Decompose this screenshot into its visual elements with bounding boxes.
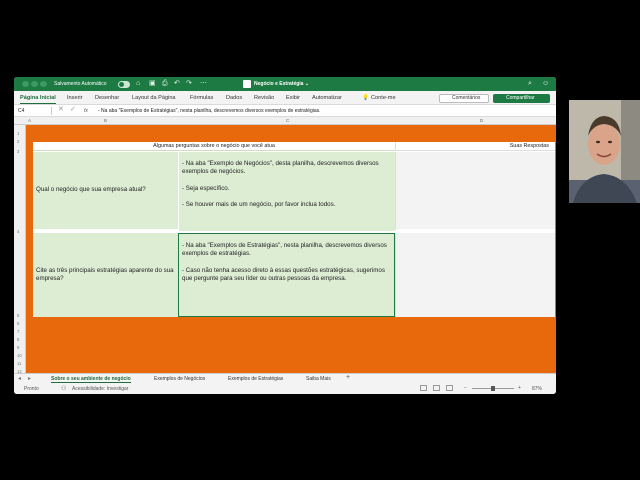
tab-formulas[interactable]: Fórmulas [190, 95, 213, 101]
zoom-level[interactable]: 87% [532, 386, 542, 392]
status-bar: Pronto ⚇ Acessibilidade: Investigar − + … [14, 383, 556, 394]
lightbulb-icon: 💡 [362, 95, 369, 101]
answer-cell[interactable] [395, 152, 555, 231]
formula-input[interactable]: - Na aba "Exemplos de Estratégias", nest… [98, 107, 321, 115]
description-line: - Na aba "Exemplo de Negócios", desta pl… [182, 160, 379, 176]
formula-bar: C4 ✕ ✓ fx - Na aba "Exemplos de Estratég… [14, 105, 556, 117]
print-icon[interactable]: ⎙ [162, 79, 168, 89]
column-header-d[interactable]: D [480, 118, 483, 123]
status-ready: Pronto [24, 386, 39, 392]
description-line: - Se houver mais de um negócio, por favo… [182, 200, 336, 208]
tab-page-layout[interactable]: Layout da Página [132, 95, 176, 101]
column-headers: A B C D [14, 117, 556, 125]
document-icon [243, 80, 251, 88]
account-icon[interactable]: ☺ [542, 79, 549, 89]
question-cell[interactable]: Cite as três principais estratégias apar… [33, 233, 178, 317]
answer-cell[interactable] [395, 233, 555, 317]
accessibility-status[interactable]: Acessibilidade: Investigar [72, 386, 128, 392]
zoom-out-button[interactable]: − [464, 385, 467, 391]
question-table: Algumas perguntas sobre o negócio que vo… [33, 142, 555, 317]
presenter-image [569, 100, 640, 203]
title-bar: Salvamento Automático ⌂ ▣ ⎙ ↶ ↷ ⋯ Negóci… [14, 77, 556, 91]
sheet-tab-business-examples[interactable]: Exemplos de Negócios [154, 376, 205, 382]
tab-home[interactable]: Página Inicial [20, 95, 56, 104]
comments-button[interactable]: Comentários [439, 93, 489, 103]
tab-insert[interactable]: Inserir [67, 95, 83, 101]
more-icon[interactable]: ⋯ [200, 79, 207, 89]
home-icon[interactable]: ⌂ [136, 79, 140, 89]
question-cell[interactable]: Qual o negócio que sua empresa atual? [33, 152, 178, 231]
function-icon[interactable]: fx [84, 107, 88, 115]
row-header[interactable]: 11 [17, 361, 21, 366]
undo-icon[interactable]: ↶ [174, 79, 180, 89]
table-header-questions[interactable]: Algumas perguntas sobre o negócio que vo… [33, 142, 395, 151]
share-button[interactable]: Compartilhar [493, 93, 550, 103]
column-header-b[interactable]: B [104, 118, 107, 123]
sheet-tab-strategy-examples[interactable]: Exemplos de Estratégias [228, 376, 283, 382]
tab-automate[interactable]: Automatizar [312, 95, 342, 101]
sheet-tabs: ◂ ▸ Sobre o seu ambiente de negócio Exem… [14, 373, 556, 383]
next-sheet-icon[interactable]: ▸ [28, 375, 31, 382]
add-sheet-button[interactable]: + [346, 374, 350, 381]
row-header[interactable]: 3 [17, 149, 19, 154]
ribbon-tabs: Página Inicial Inserir Desenhar Layout d… [14, 91, 556, 105]
sheet-tab-business-environment[interactable]: Sobre o seu ambiente de negócio [51, 376, 131, 383]
zoom-in-button[interactable]: + [518, 385, 521, 391]
share-label: Compartilhar [506, 94, 535, 101]
comments-label: Comentários [452, 94, 481, 101]
tab-draw[interactable]: Desenhar [95, 95, 119, 101]
window-zoom-button[interactable] [40, 81, 47, 87]
save-icon[interactable]: ▣ [149, 79, 156, 89]
row-header[interactable]: 6 [17, 321, 19, 326]
row-headers: 1 2 3 4 5 6 7 8 9 10 11 12 [14, 125, 26, 374]
question-text: Cite as três principais estratégias apar… [36, 266, 174, 282]
autosave-label: Salvamento Automático [54, 81, 107, 87]
accessibility-icon: ⚇ [61, 386, 67, 392]
confirm-icon[interactable]: ✓ [70, 105, 76, 115]
search-icon[interactable]: ⌕ [528, 79, 532, 89]
row-header[interactable]: 5 [17, 313, 19, 318]
description-line: - Na aba "Exemplos de Estratégias", nest… [182, 242, 387, 258]
normal-view-button[interactable] [420, 385, 427, 391]
row-header[interactable]: 1 [17, 131, 19, 136]
tab-review[interactable]: Revisão [254, 95, 274, 101]
window-close-button[interactable] [22, 81, 29, 87]
row-header[interactable]: 2 [17, 139, 19, 144]
excel-window: Salvamento Automático ⌂ ▣ ⎙ ↶ ↷ ⋯ Negóci… [14, 77, 556, 394]
row-header[interactable]: 8 [17, 337, 19, 342]
question-text: Qual o negócio que sua empresa atual? [36, 186, 146, 194]
screen: Salvamento Automático ⌂ ▣ ⎙ ↶ ↷ ⋯ Negóci… [0, 0, 640, 480]
description-cell[interactable]: - Na aba "Exemplo de Negócios", desta pl… [178, 152, 395, 231]
prev-sheet-icon[interactable]: ◂ [18, 375, 21, 382]
document-title[interactable]: Negócio e Estratégia ⌄ [254, 81, 309, 87]
row-header[interactable]: 10 [17, 353, 22, 358]
tab-data[interactable]: Dados [226, 95, 242, 101]
autosave-toggle[interactable] [118, 80, 130, 88]
column-header-c[interactable]: C [286, 118, 289, 123]
tab-view[interactable]: Exibir [286, 95, 300, 101]
description-line: - Seja específico. [182, 184, 230, 192]
redo-icon[interactable]: ↷ [186, 79, 192, 89]
window-minimize-button[interactable] [31, 81, 38, 87]
tell-me-input[interactable]: Conte-me [371, 95, 396, 101]
description-line: - Caso não tenha acesso direto à essas q… [182, 266, 385, 282]
selected-description-cell[interactable]: - Na aba "Exemplos de Estratégias", nest… [178, 233, 395, 317]
row-header[interactable]: 9 [17, 345, 19, 350]
page-layout-view-button[interactable] [433, 385, 440, 391]
row-header[interactable]: 4 [17, 229, 19, 234]
table-header-answers[interactable]: Suas Respostas [395, 142, 555, 151]
column-header-a[interactable]: A [28, 118, 31, 123]
webcam-video [569, 100, 640, 203]
sheet-tab-learn-more[interactable]: Saiba Mais [306, 376, 331, 382]
cancel-icon[interactable]: ✕ [58, 105, 64, 115]
row-header[interactable]: 7 [17, 329, 19, 334]
zoom-slider-thumb[interactable] [491, 386, 495, 391]
page-break-view-button[interactable] [446, 385, 453, 391]
name-box[interactable]: C4 [16, 107, 52, 115]
spreadsheet-grid: A B C D 1 2 3 4 5 6 7 8 9 10 11 12 Algum… [14, 117, 556, 374]
